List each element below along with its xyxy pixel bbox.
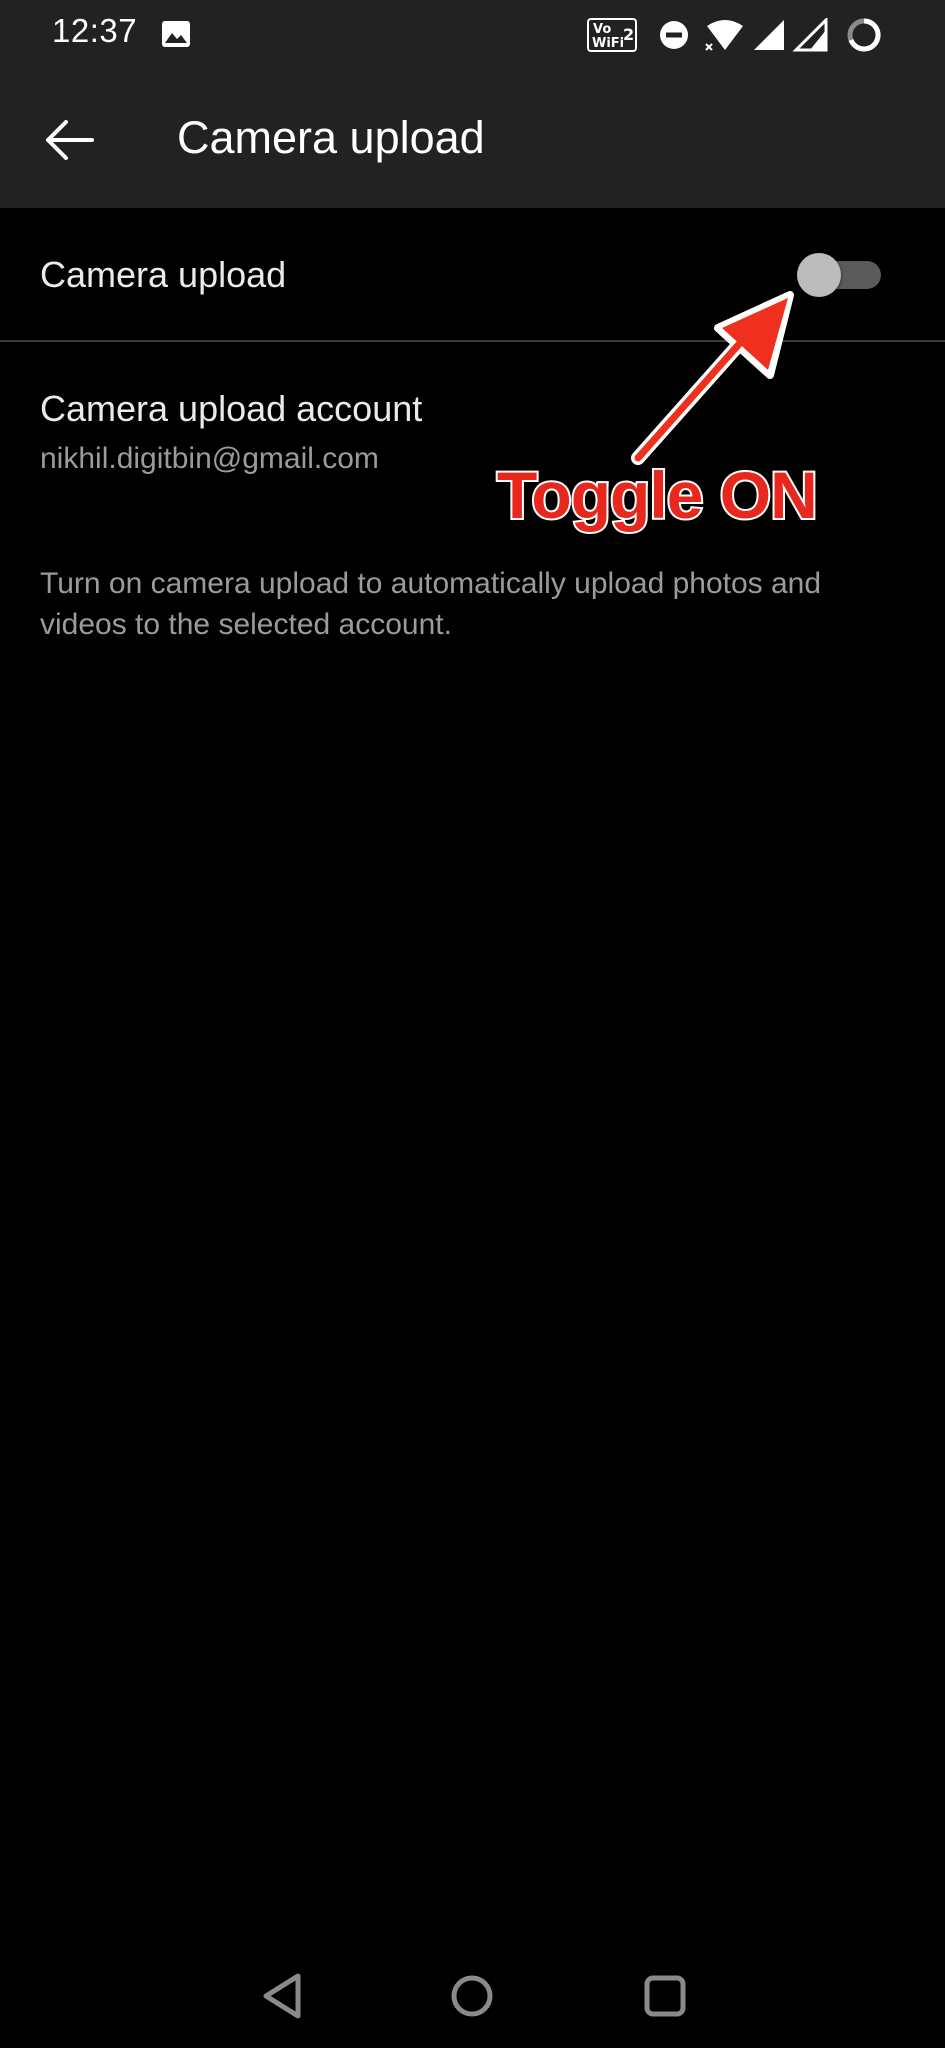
recents-square-icon [637, 1968, 693, 2024]
svg-text:Vo: Vo [593, 22, 611, 37]
back-button[interactable] [30, 100, 110, 180]
camera-upload-label: Camera upload [40, 254, 287, 295]
nav-home-button[interactable] [444, 1968, 500, 2024]
page-title: Camera upload [177, 112, 485, 163]
wifi-icon [705, 18, 745, 57]
nav-recents-button[interactable] [637, 1968, 693, 2024]
nav-back-button[interactable] [256, 1968, 312, 2024]
annotation-label: Toggle ON [495, 456, 820, 534]
dnd-icon [659, 20, 689, 55]
svg-text:WiFi: WiFi [592, 36, 624, 51]
app-bar: Camera upload [0, 70, 945, 208]
home-circle-icon [444, 1968, 500, 2024]
battery-ring-icon [845, 16, 883, 59]
gallery-icon [161, 20, 191, 48]
account-email: nikhil.digitbin@gmail.com [40, 442, 379, 475]
status-time: 12:37 [52, 12, 138, 49]
account-title: Camera upload account [40, 388, 423, 429]
signal-icon [750, 18, 786, 57]
back-triangle-icon [256, 1968, 312, 2024]
nav-bar [0, 1938, 945, 2048]
signal-2-icon [792, 16, 828, 57]
svg-text:2: 2 [623, 25, 634, 44]
description-text: Turn on camera upload to automatically u… [40, 567, 822, 641]
status-bar: 12:37 Vo WiFi 2 [0, 0, 945, 70]
arrow-left-icon [30, 100, 110, 180]
vowifi-icon: Vo WiFi 2 [587, 18, 637, 57]
